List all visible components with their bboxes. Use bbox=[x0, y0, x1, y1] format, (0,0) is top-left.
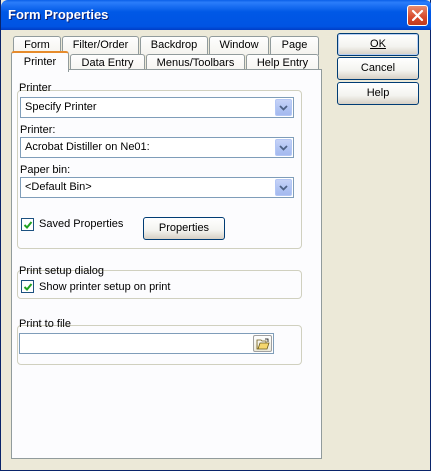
saved-properties-label: Saved Properties bbox=[39, 218, 124, 230]
tab-window[interactable]: Window bbox=[209, 36, 269, 55]
dropdown-button[interactable] bbox=[275, 179, 292, 196]
paper-bin-value: <Default Bin> bbox=[25, 181, 92, 193]
button-label: Help bbox=[366, 87, 390, 99]
tab-label: Data Entry bbox=[81, 57, 134, 69]
ok-button[interactable]: OK bbox=[337, 33, 419, 56]
tab-label: Backdrop bbox=[150, 39, 198, 51]
paper-bin-select[interactable]: <Default Bin> bbox=[20, 177, 294, 198]
printer-label: Printer: bbox=[20, 124, 56, 136]
print-to-file-group-title: Print to file bbox=[19, 318, 71, 330]
dropdown-button[interactable] bbox=[275, 99, 292, 116]
help-button[interactable]: Help bbox=[337, 82, 419, 105]
printer-select[interactable]: Acrobat Distiller on Ne01: bbox=[20, 137, 294, 158]
printer-value: Acrobat Distiller on Ne01: bbox=[25, 141, 150, 153]
tab-label: Page bbox=[281, 39, 308, 51]
form-properties-dialog: Form Properties Form Filter/Order Backdr… bbox=[0, 0, 431, 471]
close-button[interactable] bbox=[407, 5, 428, 26]
tab-label: Menus/Toolbars bbox=[156, 57, 235, 69]
button-label: Properties bbox=[158, 222, 210, 234]
button-label: OK bbox=[370, 38, 386, 50]
print-to-file-input[interactable] bbox=[19, 333, 274, 354]
tab-backdrop[interactable]: Backdrop bbox=[140, 36, 208, 55]
tab-panel-printer: Printer Specify Printer Printer: Acrobat… bbox=[11, 69, 322, 459]
paper-bin-label: Paper bin: bbox=[20, 164, 71, 176]
show-setup-label: Show printer setup on print bbox=[39, 281, 171, 293]
tab-filter-order[interactable]: Filter/Order bbox=[62, 36, 139, 55]
show-setup-checkbox[interactable] bbox=[21, 280, 34, 293]
printer-mode-select[interactable]: Specify Printer bbox=[20, 97, 294, 118]
tab-label: Help Entry bbox=[256, 57, 309, 69]
browse-button[interactable] bbox=[253, 335, 272, 352]
dropdown-button[interactable] bbox=[275, 139, 292, 156]
printer-mode-value: Specify Printer bbox=[25, 101, 97, 113]
tab-label: Filter/Order bbox=[72, 39, 129, 51]
window-title: Form Properties bbox=[8, 7, 109, 22]
saved-properties-checkbox[interactable] bbox=[21, 218, 34, 231]
printer-group-title: Printer bbox=[19, 82, 52, 94]
print-setup-group-title: Print setup dialog bbox=[19, 265, 104, 277]
cancel-button[interactable]: Cancel bbox=[337, 57, 419, 80]
tab-page[interactable]: Page bbox=[270, 36, 319, 55]
button-label: Cancel bbox=[360, 62, 396, 74]
tab-label: Window bbox=[219, 39, 259, 51]
tab-label: Printer bbox=[23, 56, 57, 68]
title-bar[interactable]: Form Properties bbox=[1, 0, 431, 30]
tab-printer[interactable]: Printer bbox=[11, 51, 69, 72]
tab-label: Form bbox=[24, 39, 50, 51]
properties-button[interactable]: Properties bbox=[143, 217, 225, 240]
